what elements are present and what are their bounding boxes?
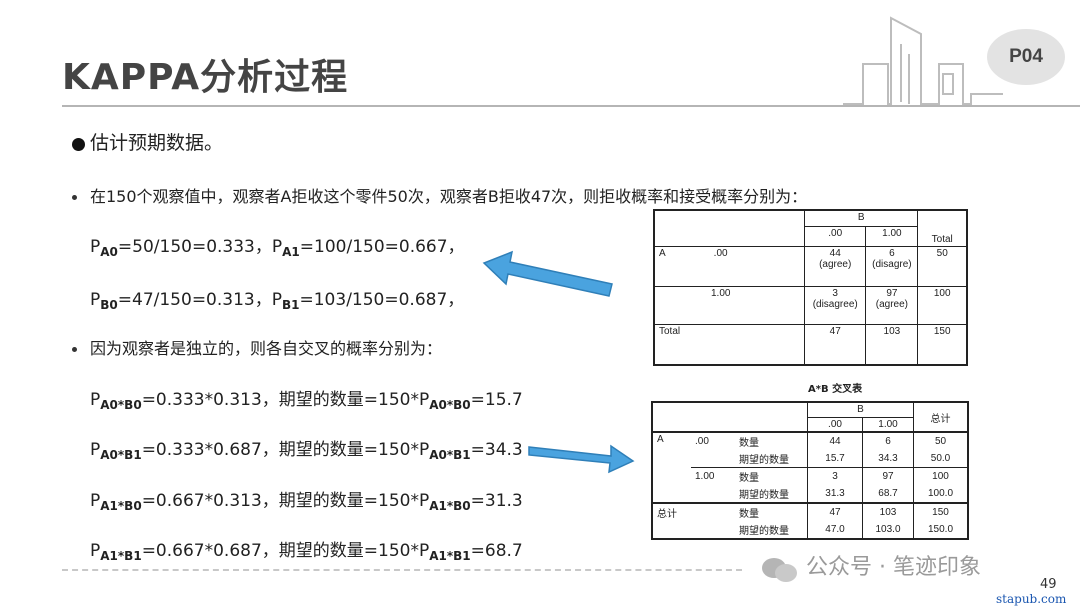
- bullet-dot-small: [72, 347, 77, 352]
- b-header: B: [804, 210, 918, 227]
- cross-line: PA1*B1=0.667*0.687，期望的数量=150*PA1*B1=68.7: [90, 541, 523, 563]
- bullet-dot: [72, 138, 85, 151]
- slide-title: KAPPA分析过程: [62, 57, 349, 98]
- wechat-icon: [762, 558, 797, 582]
- bullet-text-2: 因为观察者是独立的，则各自交叉的概率分别为：: [90, 339, 443, 358]
- cross-line: PA0*B1=0.333*0.687，期望的数量=150*PA0*B1=34.3: [90, 440, 523, 462]
- footer-dashed-line: [62, 569, 742, 571]
- bullet-dot-small: [72, 195, 77, 200]
- prob-line-b: PB0=47/150=0.313，PB1=103/150=0.687，: [90, 290, 465, 312]
- bullet-text-1: 在150个观察值中，观察者A拒收这个零件50次，观察者B拒收47次，则拒收概率和…: [90, 187, 808, 206]
- crosstab-table-expected: B 总计 .00 1.00 A .00 数量 44 6 50 期望的数量 15.…: [651, 401, 969, 540]
- watermark-text: 公众号 · 笔迹印象: [806, 555, 981, 580]
- arrow-right-icon: [528, 444, 635, 474]
- cross-line: PA1*B0=0.667*0.313，期望的数量=150*PA1*B0=31.3: [90, 491, 523, 513]
- section-heading: 估计预期数据。: [90, 132, 224, 154]
- table-caption: A*B 交叉表: [808, 384, 863, 395]
- arrow-left-icon: [482, 250, 613, 297]
- site-watermark: stapub.com: [996, 592, 1067, 606]
- page-badge: P04: [987, 29, 1065, 85]
- page-number: 49: [1040, 577, 1057, 592]
- crosstab-table-raw: B .00 1.00 Total A .00 44 (agree) 6 (disagr…: [653, 209, 968, 366]
- city-skyline-icon: [843, 16, 1003, 105]
- cross-line: PA0*B0=0.333*0.313，期望的数量=150*PA0*B0=15.7: [90, 390, 523, 412]
- prob-line-a: PA0=50/150=0.333，PA1=100/150=0.667，: [90, 237, 465, 259]
